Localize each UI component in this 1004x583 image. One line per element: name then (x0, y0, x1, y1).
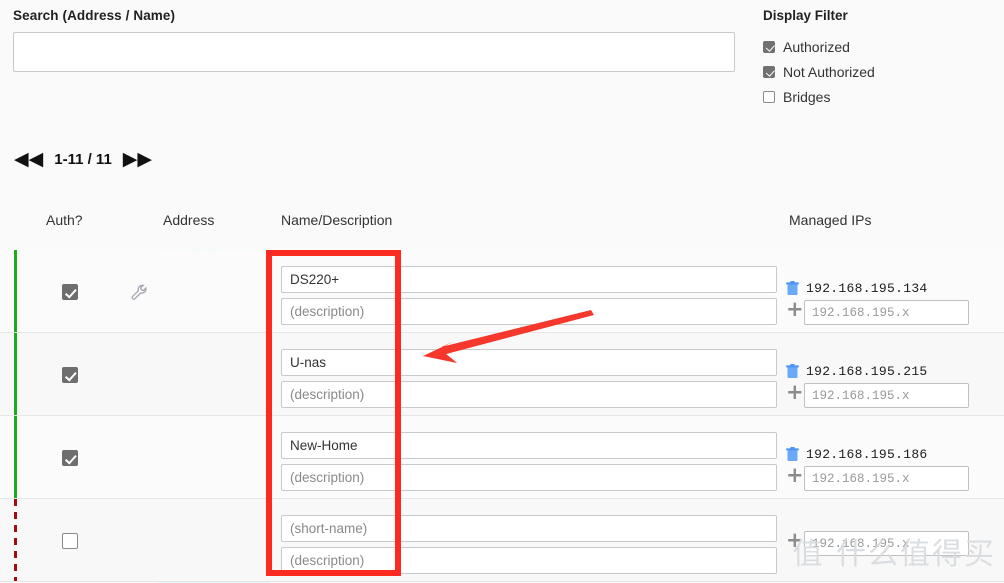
managed-ip-value: 192.168.195.134 (806, 281, 928, 296)
wrench-icon[interactable] (130, 283, 150, 303)
row-auth-checkbox[interactable] (62, 450, 78, 466)
table-row[interactable]: 192.168.195.215 + (0, 333, 1004, 416)
filter-option-label: Authorized (783, 39, 850, 55)
table-body: 192.168.195.134 + 192.168.195.215 (0, 250, 1004, 582)
auth-checkbox-cell[interactable] (62, 450, 78, 466)
table-row[interactable]: 192.168.195.186 + (0, 416, 1004, 499)
managed-ip-value: 192.168.195.186 (806, 447, 928, 462)
add-ip-icon[interactable]: + (786, 382, 804, 403)
first-page-icon[interactable]: ◀◀ (14, 150, 43, 169)
filter-option-label: Not Authorized (783, 64, 875, 80)
managed-ip-entry: 192.168.195.215 (786, 364, 928, 379)
column-header-managed-ips: Managed IPs (789, 212, 872, 228)
add-ip-input[interactable] (804, 300, 969, 325)
column-header-name-description: Name/Description (281, 212, 392, 228)
managed-ip-entry: 192.168.195.134 (786, 281, 928, 296)
filter-option-bridges[interactable]: Bridges (763, 84, 1003, 109)
device-description-input[interactable] (281, 464, 777, 491)
auth-checkbox-cell[interactable] (62, 533, 78, 549)
add-ip-icon[interactable]: + (786, 465, 804, 486)
row-auth-checkbox[interactable] (62, 284, 78, 300)
device-name-input[interactable] (281, 266, 777, 293)
trash-icon[interactable] (786, 281, 799, 296)
column-header-auth: Auth? (46, 212, 83, 228)
managed-ip-entry: 192.168.195.186 (786, 447, 928, 462)
add-ip-icon[interactable]: + (786, 299, 804, 320)
display-filter-title: Display Filter (763, 8, 1003, 23)
device-description-input[interactable] (281, 298, 777, 325)
row-auth-checkbox[interactable] (62, 367, 78, 383)
table-row[interactable]: + (0, 499, 1004, 582)
table-header: Auth? Address Name/Description Managed I… (0, 208, 1004, 236)
device-name-input[interactable] (281, 432, 777, 459)
search-label: Search (Address / Name) (13, 8, 735, 23)
filter-option-not-authorized[interactable]: Not Authorized (763, 59, 1003, 84)
add-ip-input[interactable] (804, 383, 969, 408)
table-row[interactable]: 192.168.195.134 + (0, 250, 1004, 333)
auth-checkbox-cell[interactable] (62, 367, 78, 383)
row-auth-checkbox[interactable] (62, 533, 78, 549)
pagination-range: 1-11 / 11 (54, 151, 112, 168)
add-ip-icon[interactable]: + (786, 530, 804, 551)
display-filter-block: Display Filter Authorized Not Authorized… (763, 8, 1003, 109)
checkbox-not-authorized-icon[interactable] (763, 66, 775, 78)
device-description-input[interactable] (281, 381, 777, 408)
column-header-address: Address (163, 212, 214, 228)
last-page-icon[interactable]: ▶▶ (123, 150, 152, 169)
trash-icon[interactable] (786, 447, 799, 462)
pagination: ◀◀ 1-11 / 11 ▶▶ (14, 150, 152, 169)
device-list-page: Search (Address / Name) Display Filter A… (0, 0, 1004, 583)
filter-option-label: Bridges (783, 89, 830, 105)
checkbox-bridges-icon[interactable] (763, 91, 775, 103)
auth-checkbox-cell[interactable] (62, 284, 78, 300)
add-ip-input[interactable] (804, 531, 969, 556)
add-ip-input[interactable] (804, 466, 969, 491)
device-name-input[interactable] (281, 515, 777, 542)
device-description-input[interactable] (281, 547, 777, 574)
search-block: Search (Address / Name) (13, 8, 735, 72)
device-name-input[interactable] (281, 349, 777, 376)
trash-icon[interactable] (786, 364, 799, 379)
search-input[interactable] (13, 32, 735, 72)
managed-ip-value: 192.168.195.215 (806, 364, 928, 379)
filter-option-authorized[interactable]: Authorized (763, 34, 1003, 59)
checkbox-authorized-icon[interactable] (763, 41, 775, 53)
